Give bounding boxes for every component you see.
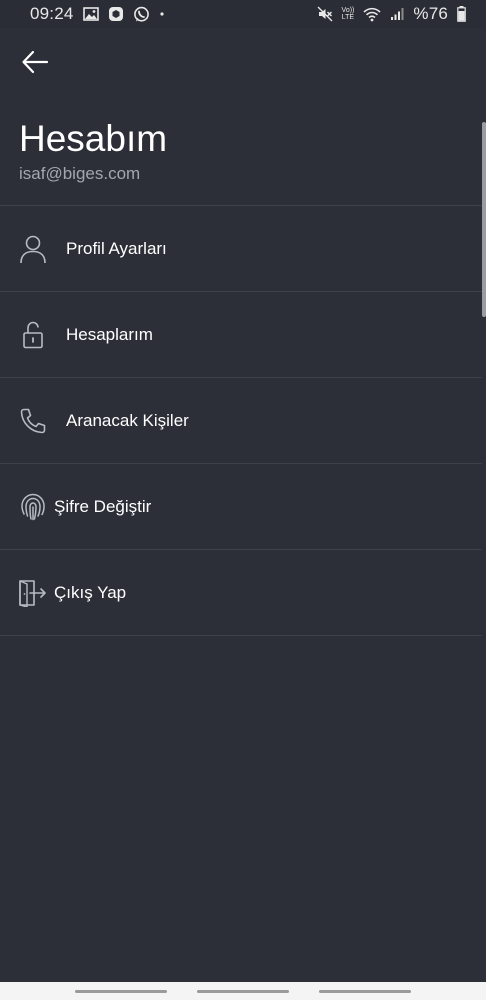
menu-item-label: Profil Ayarları (66, 238, 167, 258)
page-title: Hesabım (19, 118, 168, 159)
app-notification-icon (108, 6, 124, 22)
nav-back-button[interactable] (319, 989, 411, 993)
mute-icon (317, 6, 333, 22)
battery-icon (457, 6, 466, 22)
volte-icon: Vo)) LTE (342, 7, 355, 21)
status-bar-right: Vo)) LTE %76 (317, 4, 466, 24)
battery-percent: %76 (413, 4, 448, 23)
menu-item-profile-settings[interactable]: Profil Ayarları (0, 206, 482, 291)
signal-icon (390, 7, 404, 21)
status-bar-left: 09:24 (30, 4, 165, 24)
arrow-left-icon (21, 50, 49, 79)
menu-item-logout[interactable]: Çıkış Yap (0, 550, 482, 635)
scrollbar-thumb[interactable] (482, 122, 486, 317)
status-time: 09:24 (30, 4, 74, 23)
menu-item-contacts-to-call[interactable]: Aranacak Kişiler (0, 378, 482, 463)
unlock-icon (18, 320, 48, 350)
volte-top-label: Vo)) (341, 7, 355, 14)
menu-item-accounts[interactable]: Hesaplarım (0, 292, 482, 377)
system-navigation-bar (0, 982, 486, 1000)
menu-item-label: Çıkış Yap (54, 582, 127, 602)
menu-item-label: Hesaplarım (66, 324, 153, 344)
menu-item-label: Aranacak Kişiler (66, 410, 189, 430)
account-menu: Profil Ayarları Hesaplarım Aranacak Kişi… (0, 205, 482, 636)
nav-home-button[interactable] (197, 989, 289, 993)
menu-item-change-password[interactable]: Şifre Değiştir (0, 464, 482, 549)
gallery-icon (82, 7, 99, 21)
nav-recent-button[interactable] (75, 989, 167, 993)
menu-item-label: Şifre Değiştir (54, 496, 152, 516)
account-screen: 09:24 Vo)) LTE %76 Hesabım isaf@biges.co… (0, 0, 486, 1000)
account-email: isaf@biges.com (19, 164, 141, 183)
user-icon (18, 234, 48, 264)
volte-bottom-label: LTE (341, 14, 355, 21)
whatsapp-icon (133, 6, 150, 23)
fingerprint-icon (18, 492, 48, 522)
phone-icon (18, 406, 48, 436)
dot-icon (159, 11, 165, 17)
wifi-icon (363, 7, 381, 22)
status-bar: 09:24 Vo)) LTE %76 (0, 0, 486, 28)
back-button[interactable] (17, 46, 53, 82)
logout-icon (18, 578, 48, 608)
divider (0, 635, 482, 636)
